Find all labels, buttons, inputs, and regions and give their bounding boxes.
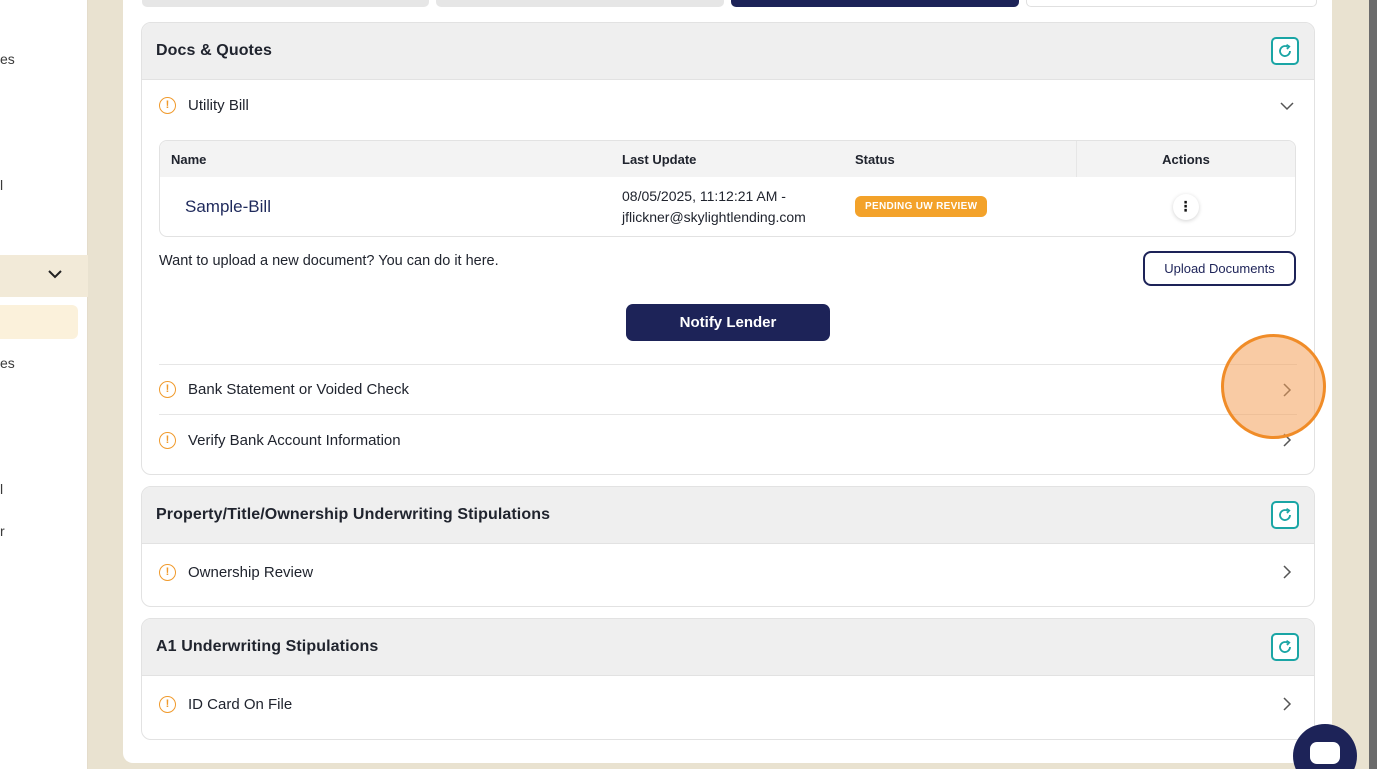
table-row: Sample-Bill 08/05/2025, 11:12:21 AM - jf… xyxy=(160,177,1295,236)
chat-icon xyxy=(1310,742,1340,764)
scrollbar[interactable] xyxy=(1369,0,1377,769)
upload-documents-button[interactable]: Upload Documents xyxy=(1143,251,1296,286)
stipulation-label: Verify Bank Account Information xyxy=(188,431,401,449)
stipulation-label: Utility Bill xyxy=(188,97,249,114)
warning-icon: ! xyxy=(159,563,176,581)
stipulation-verify-bank[interactable]: ! Verify Bank Account Information xyxy=(159,415,1297,465)
refresh-icon xyxy=(1279,44,1291,57)
chevron-down-icon[interactable] xyxy=(1280,99,1294,113)
chevron-right-icon[interactable] xyxy=(1280,697,1294,711)
refresh-icon xyxy=(1279,640,1291,653)
section-title: A1 Underwriting Stipulations xyxy=(156,638,379,655)
notify-area: Notify Lender xyxy=(159,297,1297,365)
chevron-down-icon xyxy=(48,270,62,279)
sidebar-active-item[interactable] xyxy=(0,305,78,339)
sidebar-item-fragment[interactable]: es xyxy=(0,51,15,67)
property-section: Property/Title/Ownership Underwriting St… xyxy=(141,486,1315,607)
tab[interactable] xyxy=(1026,0,1317,7)
a1-section: A1 Underwriting Stipulations ! ID Card O… xyxy=(141,618,1315,740)
header-status: Status xyxy=(855,151,895,167)
table-header: Name Last Update Status Actions xyxy=(160,141,1295,177)
stipulation-label: Bank Statement or Voided Check xyxy=(188,381,409,398)
warning-icon: ! xyxy=(159,381,176,398)
last-update-cell: 08/05/2025, 11:12:21 AM - jflickner@skyl… xyxy=(622,186,855,228)
more-actions-icon[interactable]: ⋮ xyxy=(1172,193,1199,220)
sidebar-item-fragment[interactable]: r xyxy=(0,523,5,539)
last-update-user: jflickner@skylightlending.com xyxy=(622,208,806,225)
left-sidebar: es l es l r xyxy=(0,0,88,769)
sidebar-item-fragment[interactable]: es xyxy=(0,355,15,371)
tab[interactable] xyxy=(436,0,724,7)
tab-active[interactable] xyxy=(731,0,1019,7)
section-title: Docs & Quotes xyxy=(156,42,272,59)
notify-lender-button[interactable]: Notify Lender xyxy=(626,304,830,341)
documents-table: Name Last Update Status Actions Sample-B… xyxy=(159,140,1296,237)
warning-icon: ! xyxy=(159,97,176,114)
refresh-button[interactable] xyxy=(1271,501,1299,529)
click-indicator xyxy=(1221,334,1326,439)
refresh-button[interactable] xyxy=(1271,37,1299,65)
section-header: A1 Underwriting Stipulations xyxy=(142,619,1314,676)
docs-quotes-section: Docs & Quotes ! Utility Bill Name Last U… xyxy=(141,22,1315,475)
sidebar-expanded-group[interactable] xyxy=(0,255,88,297)
refresh-icon xyxy=(1279,508,1291,521)
refresh-button[interactable] xyxy=(1271,633,1299,661)
warning-icon: ! xyxy=(159,695,176,713)
header-actions: Actions xyxy=(1076,141,1295,177)
sidebar-item-fragment[interactable]: l xyxy=(0,177,3,193)
sidebar-item-fragment[interactable]: l xyxy=(0,481,3,497)
stipulation-label: ID Card On File xyxy=(188,695,293,713)
stipulation-bank-statement[interactable]: ! Bank Statement or Voided Check xyxy=(159,365,1297,415)
section-title: Property/Title/Ownership Underwriting St… xyxy=(156,506,551,523)
last-update-date: 08/05/2025, 11:12:21 AM - xyxy=(622,187,786,204)
section-header: Property/Title/Ownership Underwriting St… xyxy=(142,487,1314,544)
tab[interactable] xyxy=(142,0,429,7)
header-last-update: Last Update xyxy=(622,151,697,167)
warning-icon: ! xyxy=(159,431,176,449)
upload-prompt: Want to upload a new document? You can d… xyxy=(159,253,499,269)
stipulation-utility-bill[interactable]: ! Utility Bill xyxy=(142,80,1314,131)
header-name: Name xyxy=(171,151,207,167)
stipulation-ownership-review[interactable]: ! Ownership Review xyxy=(142,544,1314,600)
status-badge: PENDING UW REVIEW xyxy=(855,196,988,217)
document-link[interactable]: Sample-Bill xyxy=(171,197,271,216)
section-header: Docs & Quotes xyxy=(142,23,1314,80)
upload-area: Want to upload a new document? You can d… xyxy=(142,237,1314,297)
stipulation-id-card[interactable]: ! ID Card On File xyxy=(142,676,1314,732)
stipulation-label: Ownership Review xyxy=(188,563,314,581)
chevron-right-icon[interactable] xyxy=(1280,565,1294,579)
